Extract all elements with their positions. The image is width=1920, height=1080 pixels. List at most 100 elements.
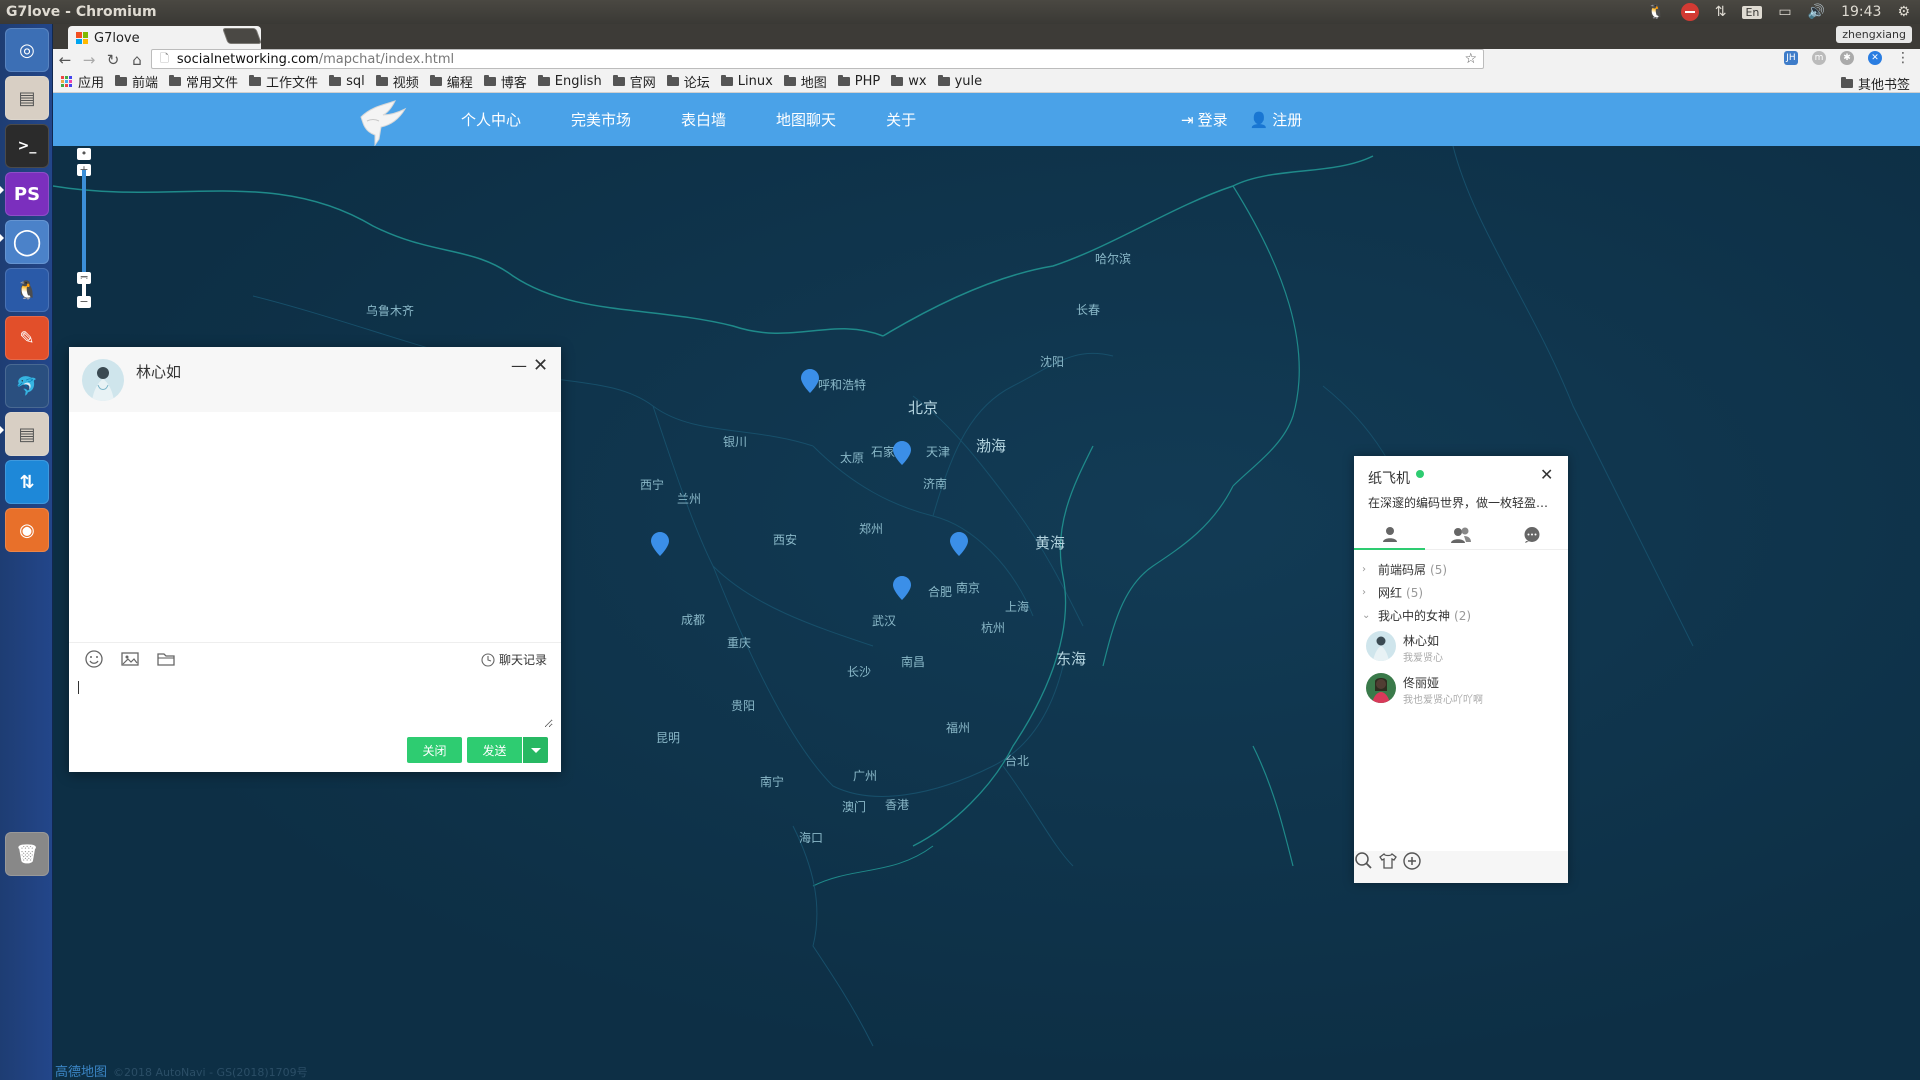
terminal-icon[interactable]: >_	[5, 124, 49, 168]
menu-icon[interactable]: ⋮	[1896, 50, 1910, 66]
editor-icon[interactable]: ✎	[5, 316, 49, 360]
chat-header[interactable]: 林心如 — ✕	[69, 347, 561, 412]
bookmark-folder[interactable]: 前端	[115, 72, 158, 91]
zoom-track[interactable]	[82, 170, 86, 278]
friend-item[interactable]: 佟丽娅 我也爱贤心吖吖啊	[1362, 669, 1562, 711]
files-icon[interactable]: ▤	[5, 76, 49, 120]
tab-groups[interactable]	[1425, 520, 1496, 550]
bookmark-folder[interactable]: yule	[937, 74, 982, 89]
home-icon[interactable]: ⌂	[125, 51, 149, 69]
image-icon[interactable]	[120, 649, 140, 669]
tab-friends[interactable]	[1354, 520, 1425, 550]
download-icon[interactable]: ⇅	[5, 460, 49, 504]
bookmark-folder[interactable]: sql	[329, 74, 365, 89]
map-credit[interactable]: 高德地图 ©2018 AutoNavi - GS(2018)1709号	[55, 1061, 308, 1080]
clock[interactable]: 19:43	[1841, 4, 1881, 20]
map-marker-icon[interactable]	[950, 532, 968, 556]
nav-personal-center[interactable]: 个人中心	[461, 109, 521, 130]
my-signature[interactable]: 在深邃的编码世界，做一枚轻盈的纯粹	[1368, 494, 1560, 511]
bookmark-folder[interactable]: 地图	[783, 72, 827, 91]
bookmark-folder[interactable]: 博客	[483, 72, 527, 91]
send-options-dropdown[interactable]	[523, 737, 548, 763]
avatar	[82, 359, 124, 401]
trash-icon[interactable]: 🗑	[5, 832, 49, 876]
emoji-icon[interactable]	[84, 649, 104, 669]
group-name: 网红	[1378, 586, 1403, 600]
profile-badge[interactable]: zhengxiang	[1836, 26, 1912, 43]
message-input[interactable]	[77, 680, 553, 728]
bookmark-folder[interactable]: 官网	[612, 72, 656, 91]
qq-icon[interactable]: 🐧	[5, 268, 49, 312]
skin-shirt-icon[interactable]	[1378, 851, 1398, 871]
jh-icon[interactable]: JH	[1784, 51, 1798, 65]
search-icon[interactable]	[1354, 851, 1374, 871]
nav-map-chat[interactable]: 地图聊天	[776, 109, 836, 130]
folder-icon	[169, 75, 182, 86]
register-link[interactable]: 👤 注册	[1250, 109, 1303, 130]
x-icon[interactable]: ✕	[1868, 51, 1882, 65]
new-tab-button[interactable]	[222, 28, 262, 44]
back-icon[interactable]: ←	[53, 51, 77, 69]
m-icon[interactable]: m	[1812, 51, 1826, 65]
nav-confession-wall[interactable]: 表白墙	[681, 109, 726, 130]
dove-logo-icon[interactable]	[353, 95, 409, 147]
chat-message-area[interactable]	[69, 412, 561, 642]
bookmark-folder[interactable]: Linux	[720, 74, 773, 89]
bookmark-folder[interactable]: PHP	[837, 74, 880, 89]
map-marker-icon[interactable]	[893, 441, 911, 465]
bookmark-folder[interactable]: 视频	[375, 72, 419, 91]
bookmark-folder[interactable]: 常用文件	[169, 72, 238, 91]
nav-market[interactable]: 完美市场	[571, 109, 631, 130]
gear-icon[interactable]: ✱	[1840, 51, 1854, 65]
minimize-icon[interactable]: —	[511, 356, 527, 375]
map-marker-icon[interactable]	[893, 576, 911, 600]
firefox-icon[interactable]: ◉	[5, 508, 49, 552]
mysql-workbench-icon[interactable]: 🐬	[5, 364, 49, 408]
bookmark-apps[interactable]: 应用	[61, 72, 104, 91]
zoom-out-icon[interactable]: −	[77, 296, 91, 308]
chat-history-link[interactable]: 聊天记录	[481, 651, 547, 668]
volume-icon[interactable]: 🔊	[1808, 4, 1825, 20]
bookmark-folder[interactable]: wx	[891, 74, 927, 89]
online-status-icon	[1416, 470, 1424, 478]
group-item[interactable]: › 前端码屌 (5)	[1362, 558, 1562, 581]
map-marker-icon[interactable]	[801, 369, 819, 393]
tab-recent-chats[interactable]	[1496, 520, 1567, 550]
keyboard-layout-indicator[interactable]: En	[1742, 5, 1763, 19]
bookmark-folder[interactable]: English	[537, 74, 602, 89]
friend-item[interactable]: 林心如 我爱贤心	[1362, 627, 1562, 669]
zoom-reset-icon[interactable]: •	[77, 148, 91, 160]
map-marker-icon[interactable]	[651, 532, 669, 556]
close-icon[interactable]: ✕	[533, 355, 548, 376]
bookmark-star-icon[interactable]: ☆	[1464, 51, 1477, 67]
network-icon[interactable]: ⇅	[1715, 4, 1727, 20]
my-profile-name[interactable]: 纸飞机	[1368, 468, 1424, 488]
reload-icon[interactable]: ↻	[101, 51, 125, 69]
panel-close-icon[interactable]: ✕	[1540, 465, 1553, 484]
city-label: 台北	[1005, 754, 1030, 768]
bookmark-folder[interactable]: 论坛	[666, 72, 710, 91]
send-button[interactable]: 发送	[467, 737, 522, 763]
qq-tray-icon[interactable]: 🐧	[1647, 4, 1664, 20]
nav-about[interactable]: 关于	[886, 109, 916, 130]
address-bar[interactable]: 🗋 socialnetworking.com/mapchat/index.htm…	[151, 49, 1484, 69]
files-icon-2[interactable]: ▤	[5, 412, 49, 456]
forward-icon[interactable]: →	[77, 51, 101, 69]
chromium-icon[interactable]: ◯	[5, 220, 49, 264]
ubuntu-dash-icon[interactable]: ◎	[5, 28, 49, 72]
settings-gear-icon[interactable]: ⚙	[1897, 4, 1910, 20]
page-info-icon[interactable]: 🗋	[160, 50, 169, 69]
group-item[interactable]: › 网红 (5)	[1362, 581, 1562, 604]
other-bookmarks[interactable]: 其他书签	[1840, 74, 1910, 93]
bookmark-folder[interactable]: 编程	[429, 72, 473, 91]
stop-icon[interactable]	[1680, 3, 1699, 21]
add-icon[interactable]	[1402, 851, 1422, 871]
group-item[interactable]: ⌄ 我心中的女神 (2)	[1362, 604, 1562, 627]
close-button[interactable]: 关闭	[407, 737, 462, 763]
phpstorm-icon[interactable]: PS	[5, 172, 49, 216]
bookmark-folder[interactable]: 工作文件	[249, 72, 318, 91]
login-link[interactable]: ⇥ 登录	[1181, 109, 1228, 130]
folder-icon[interactable]	[156, 649, 176, 669]
battery-icon[interactable]: ▭	[1778, 4, 1791, 20]
chat-contact-name: 林心如	[136, 363, 182, 381]
